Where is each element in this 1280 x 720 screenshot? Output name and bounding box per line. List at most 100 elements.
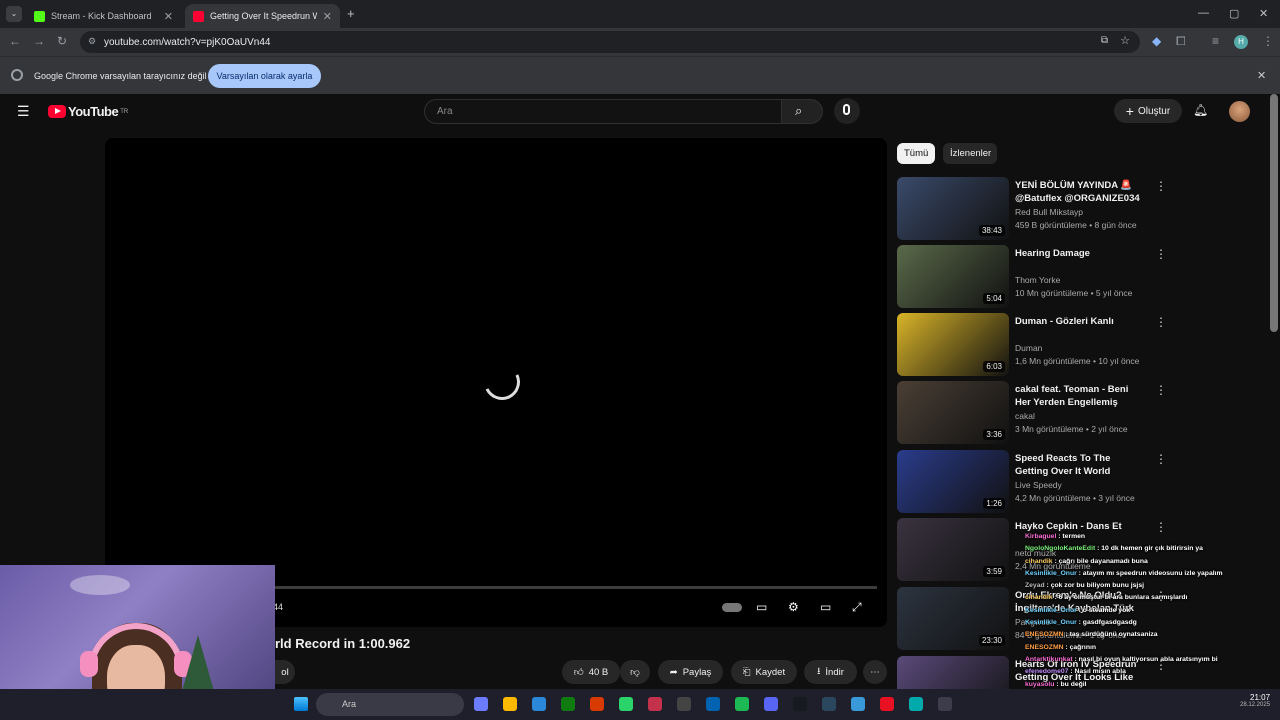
taskbar-app-icon[interactable] (909, 697, 923, 711)
taskbar-edge-icon[interactable] (532, 697, 546, 711)
channel-name[interactable]: cakal (1015, 411, 1035, 421)
subscribe-fragment[interactable]: ol (275, 660, 295, 684)
install-icon[interactable]: ⧉ (1101, 35, 1108, 46)
close-infobar-icon[interactable]: ✕ (1257, 69, 1266, 82)
channel-name[interactable]: Red Bull Mikstayp (1015, 207, 1083, 217)
taskbar-app-icon[interactable] (764, 697, 778, 711)
recommendation-card[interactable]: 6:03 Duman - Gözleri Kanlı Duman 1,6 Mn … (897, 313, 1257, 377)
notifications-bell-icon[interactable]: 🔔︎ (1193, 103, 1208, 117)
chat-message: Zeyad : çok zor bu biliyom bunu jsjsj (1025, 582, 1144, 590)
more-actions-button[interactable]: ⋯ (863, 660, 887, 684)
forward-icon[interactable]: → (33, 34, 45, 48)
share-button[interactable]: ➦ Paylaş (658, 660, 723, 684)
dislike-button[interactable]: 👎︎ (620, 660, 650, 684)
tab-list-button[interactable]: ⌄ (6, 6, 22, 22)
back-icon[interactable]: ← (9, 34, 21, 48)
search-button[interactable]: ⌕ (781, 99, 823, 124)
video-thumbnail[interactable]: 6:03 (897, 313, 1009, 376)
recommendation-card[interactable]: 5:04 Hearing Damage Thom Yorke 10 Mn gör… (897, 245, 1257, 309)
recommendation-card[interactable]: 1:26 Speed Reacts To The Getting Over It… (897, 450, 1257, 514)
youtube-logo[interactable]: YouTube TR (48, 104, 128, 119)
region-code: TR (120, 108, 129, 115)
tab-kick-dashboard[interactable]: Stream - Kick Dashboard ✕ (26, 4, 181, 28)
chip-all[interactable]: Tümü (897, 143, 935, 164)
save-button[interactable]: ⎗ Kaydet (731, 660, 797, 684)
like-button[interactable]: 👍︎ 40 B (562, 660, 620, 684)
more-options-icon[interactable]: ⋮ (1155, 179, 1167, 193)
channel-name[interactable]: Live Speedy (1015, 480, 1062, 490)
taskbar-app-icon[interactable] (822, 697, 836, 711)
extension-icon[interactable]: ◆ (1152, 34, 1161, 48)
more-options-icon[interactable]: ⋮ (1155, 247, 1167, 261)
bookmark-star-icon[interactable]: ☆ (1120, 34, 1130, 47)
extensions-puzzle-icon[interactable]: ⧠ (1176, 34, 1186, 49)
chrome-menu-icon[interactable]: ⋮ (1262, 34, 1274, 48)
voice-search-button[interactable] (834, 98, 860, 124)
autoplay-toggle[interactable] (722, 603, 742, 612)
recommendation-title[interactable]: Hearing Damage (1015, 247, 1143, 260)
close-window-icon[interactable]: ✕ (1259, 7, 1268, 20)
page-scrollbar[interactable] (1270, 94, 1278, 332)
omnibox[interactable]: ⚙ youtube.com/watch?v=pjK0OaUVn44 ⧉ ☆ (80, 31, 1140, 53)
video-player[interactable]: 44 ▭ ⚙ ▭ ⤢ (105, 138, 887, 627)
close-tab-icon[interactable]: ✕ (323, 10, 332, 23)
recommendation-title[interactable]: Duman - Gözleri Kanlı (1015, 315, 1143, 328)
recommendation-card[interactable]: 3:36 cakal feat. Teoman - Beni Her Yerde… (897, 381, 1257, 445)
minimize-icon[interactable]: — (1198, 7, 1209, 19)
video-thumbnail[interactable]: 38:43 (897, 177, 1009, 240)
taskbar-copilot-icon[interactable] (474, 697, 488, 711)
taskbar-app-icon[interactable] (851, 697, 865, 711)
start-button[interactable] (294, 697, 308, 711)
search-input[interactable]: Ara (424, 99, 782, 124)
video-thumbnail[interactable]: 3:59 (897, 518, 1009, 581)
more-options-icon[interactable]: ⋮ (1155, 383, 1167, 397)
video-thumbnail[interactable]: 1:26 (897, 450, 1009, 513)
video-thumbnail[interactable]: 3:36 (897, 381, 1009, 444)
taskbar-outlook-icon[interactable] (590, 697, 604, 711)
download-button[interactable]: ⭳ İndir (804, 660, 857, 684)
channel-name[interactable]: Thom Yorke (1015, 275, 1060, 285)
taskbar-folder-icon[interactable] (503, 697, 517, 711)
hamburger-menu-icon[interactable]: ☰ (17, 103, 30, 120)
video-thumbnail[interactable]: 23:30 (897, 587, 1009, 650)
reading-list-icon[interactable]: ≡ (1212, 34, 1219, 48)
taskbar-steam-icon[interactable] (706, 697, 720, 711)
tab-youtube[interactable]: Getting Over It Speedrun World ✕ (185, 4, 340, 28)
taskbar-search[interactable]: Ara (316, 693, 464, 716)
account-avatar[interactable] (1229, 101, 1250, 122)
chat-text: Nasıl mısın abla (1074, 668, 1126, 676)
chip-watched[interactable]: İzlenenler (943, 143, 997, 164)
recommendation-title[interactable]: YENİ BÖLÜM YAYINDA 🚨 @Batuflex @ORGANIZE… (1015, 179, 1143, 205)
theater-mode-icon[interactable]: ▭ (820, 600, 831, 614)
fullscreen-icon[interactable]: ⤢ (852, 600, 862, 615)
download-label: İndir (825, 666, 844, 678)
recommendation-card[interactable]: 38:43 YENİ BÖLÜM YAYINDA 🚨 @Batuflex @OR… (897, 177, 1257, 241)
clock-time: 21:07 (1250, 693, 1271, 702)
site-info-icon[interactable]: ⚙ (88, 36, 96, 47)
taskbar-store-icon[interactable] (561, 697, 575, 711)
taskbar-app-icon[interactable] (938, 697, 952, 711)
subtitles-icon[interactable]: ▭ (756, 600, 767, 614)
recommendation-title[interactable]: Speed Reacts To The Getting Over It Worl… (1015, 452, 1143, 478)
chat-username: cihandik (1025, 557, 1053, 565)
taskbar-epic-games-icon[interactable] (677, 697, 691, 711)
maximize-icon[interactable]: ▢ (1229, 7, 1239, 20)
recommendation-title[interactable]: cakal feat. Teoman - Beni Her Yerden Eng… (1015, 383, 1143, 409)
taskbar-discord-icon[interactable] (880, 697, 894, 711)
taskbar-app-icon[interactable] (793, 697, 807, 711)
reload-icon[interactable]: ↻ (57, 34, 67, 48)
channel-name[interactable]: Duman (1015, 343, 1042, 353)
video-thumbnail[interactable]: 5:04 (897, 245, 1009, 308)
taskbar-spotify-icon[interactable] (619, 697, 633, 711)
create-button[interactable]: + Oluştur (1114, 99, 1182, 123)
more-options-icon[interactable]: ⋮ (1155, 315, 1167, 329)
set-default-button[interactable]: Varsayılan olarak ayarla (208, 64, 321, 88)
settings-gear-icon[interactable]: ⚙ (788, 600, 799, 614)
close-tab-icon[interactable]: ✕ (164, 10, 173, 23)
taskbar-obs-icon[interactable] (735, 697, 749, 711)
new-tab-icon[interactable]: + (347, 6, 355, 21)
more-options-icon[interactable]: ⋮ (1155, 452, 1167, 466)
progress-bar[interactable] (271, 586, 877, 589)
profile-avatar[interactable]: H (1234, 35, 1248, 49)
taskbar-chrome-icon[interactable] (648, 697, 662, 711)
